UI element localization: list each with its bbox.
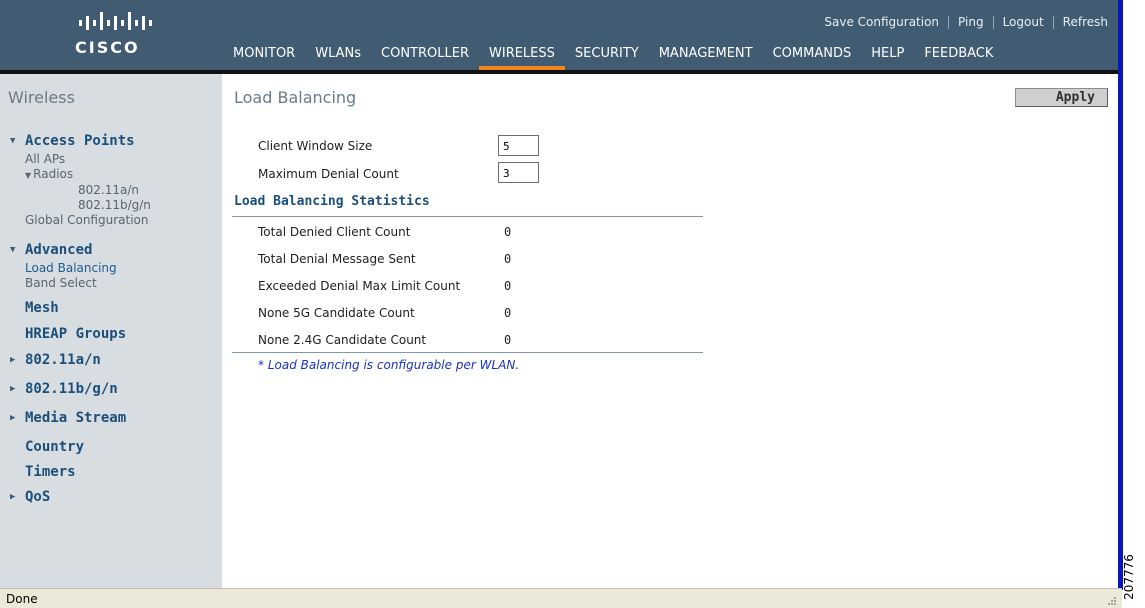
stat-label: Exceeded Denial Max Limit Count (258, 279, 461, 293)
sidebar-item-all-aps[interactable]: All APs (0, 152, 222, 167)
logout-link[interactable]: Logout (1003, 15, 1044, 29)
sidebar-item-802-11b-g-n[interactable]: ▶ 802.11b/g/n (0, 379, 222, 399)
sidebar-item-label: QoS (25, 489, 51, 505)
sidebar-item-label: Advanced (25, 242, 93, 258)
nav-controller[interactable]: CONTROLLER (371, 46, 479, 70)
client-window-size-label: Client Window Size (258, 139, 373, 153)
statistics-bottom-rule (232, 352, 703, 353)
sidebar: Wireless ▼ Access Points All APs ▼ Radios… (0, 74, 222, 588)
stat-label: None 2.4G Candidate Count (258, 333, 427, 347)
sidebar-item-media-stream[interactable]: ▶ Media Stream (0, 408, 222, 428)
apply-button[interactable]: Apply (1015, 88, 1108, 107)
caret-down-icon: ▼ (25, 171, 32, 180)
stat-label: Total Denied Client Count (258, 225, 411, 239)
cisco-logo: CISCO (75, 10, 165, 62)
sidebar-item-hreap-groups[interactable]: HREAP Groups (0, 324, 222, 344)
refresh-link[interactable]: Refresh (1063, 15, 1108, 29)
stat-value: 0 (504, 306, 512, 320)
figure-number: 207776 (1122, 548, 1144, 608)
sidebar-item-timers[interactable]: Timers (0, 462, 222, 482)
sidebar-menu: ▼ Access Points All APs ▼ Radios 802.11a/… (0, 131, 222, 507)
sidebar-item-label: Media Stream (25, 410, 127, 426)
nav-help[interactable]: HELP (861, 46, 914, 70)
sidebar-item-global-configuration[interactable]: Global Configuration (0, 213, 222, 228)
stat-value: 0 (504, 252, 512, 266)
separator (1052, 15, 1054, 29)
stat-label: Total Denial Message Sent (258, 252, 416, 266)
page-title: Load Balancing (234, 88, 357, 107)
sidebar-item-radio-802-11b-g-n[interactable]: 802.11b/g/n (0, 198, 222, 213)
sidebar-item-label: Access Points (25, 133, 135, 149)
cisco-wordmark: CISCO (75, 38, 140, 57)
sidebar-title: Wireless (8, 88, 75, 107)
save-configuration-link[interactable]: Save Configuration (824, 15, 939, 29)
stat-label: None 5G Candidate Count (258, 306, 415, 320)
cisco-bridge-icon (79, 12, 152, 30)
statistics-heading: Load Balancing Statistics (234, 194, 430, 209)
nav-commands[interactable]: COMMANDS (763, 46, 862, 70)
caret-right-icon: ▶ (10, 355, 16, 365)
top-links: Save Configuration Ping Logout Refresh (824, 14, 1108, 30)
sidebar-item-mesh[interactable]: Mesh (0, 298, 222, 318)
stat-value: 0 (504, 333, 512, 347)
caret-right-icon: ▶ (10, 384, 16, 394)
resize-grip-icon[interactable] (1106, 595, 1116, 605)
sidebar-item-label: Radios (33, 167, 74, 181)
caret-right-icon: ▶ (10, 413, 16, 423)
wlan-note: * Load Balancing is configurable per WLA… (258, 358, 520, 372)
sidebar-item-country[interactable]: Country (0, 437, 222, 457)
nav-feedback[interactable]: FEEDBACK (914, 46, 1003, 70)
nav-wlans[interactable]: WLANs (305, 46, 371, 70)
nav-security[interactable]: SECURITY (565, 46, 649, 70)
nav-monitor[interactable]: MONITOR (223, 46, 305, 70)
separator (992, 15, 994, 29)
sidebar-item-radios[interactable]: ▼ Radios (0, 167, 222, 183)
status-text: Done (6, 592, 38, 606)
maximum-denial-count-input[interactable] (498, 162, 539, 183)
sidebar-item-access-points[interactable]: ▼ Access Points (0, 131, 222, 151)
client-window-size-input[interactable] (498, 135, 539, 156)
sidebar-item-radio-802-11a-n[interactable]: 802.11a/n (0, 183, 222, 198)
caret-down-icon: ▼ (10, 136, 16, 146)
main-content: Load Balancing Apply Client Window Size … (222, 74, 1118, 588)
stat-value: 0 (504, 225, 512, 239)
figure-number-text: 207776 (1121, 554, 1136, 600)
caret-right-icon: ▶ (10, 492, 16, 502)
statistics-top-rule (232, 216, 703, 217)
sidebar-item-802-11a-n[interactable]: ▶ 802.11a/n (0, 350, 222, 370)
browser-status-bar: Done (0, 588, 1122, 608)
sidebar-item-band-select[interactable]: Band Select (0, 276, 222, 291)
nav-management[interactable]: MANAGEMENT (649, 46, 763, 70)
sidebar-item-label: 802.11b/g/n (25, 381, 118, 397)
maximum-denial-count-label: Maximum Denial Count (258, 167, 399, 181)
caret-down-icon: ▼ (10, 245, 16, 255)
sidebar-item-advanced[interactable]: ▼ Advanced (0, 240, 222, 260)
ping-link[interactable]: Ping (958, 15, 984, 29)
nav-wireless[interactable]: WIRELESS (479, 46, 565, 70)
separator (948, 15, 950, 29)
header-bar: CISCO Save Configuration Ping Logout Ref… (0, 0, 1118, 70)
sidebar-item-load-balancing[interactable]: Load Balancing (0, 261, 222, 276)
sidebar-item-label: 802.11a/n (25, 352, 101, 368)
main-nav: MONITOR WLANs CONTROLLER WIRELESS SECURI… (223, 46, 1003, 70)
sidebar-item-qos[interactable]: ▶ QoS (0, 487, 222, 507)
stat-value: 0 (504, 279, 512, 293)
window-edge (1118, 0, 1123, 590)
